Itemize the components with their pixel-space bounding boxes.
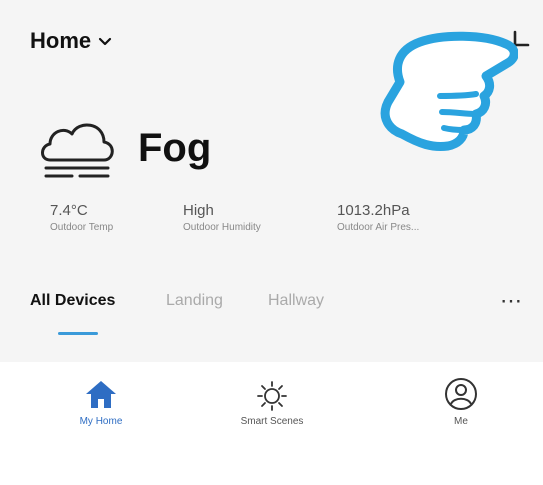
- active-tab-indicator: [58, 332, 98, 335]
- tab-hallway[interactable]: Hallway: [268, 292, 324, 310]
- bottom-nav: My Home Smart Scenes Me: [0, 362, 543, 442]
- stat-value: 1013.2hPa: [337, 202, 410, 219]
- nav-label: My Home: [79, 416, 123, 427]
- room-tabs: All Devices Landing Hallway ⋯: [0, 288, 543, 338]
- pointing-hand-icon: [380, 31, 518, 151]
- outdoor-humidity-stat: High Outdoor Humidity: [183, 202, 261, 233]
- home-title: Home: [30, 28, 92, 53]
- nav-item-me[interactable]: Me: [401, 376, 521, 427]
- tab-all-devices[interactable]: All Devices: [30, 292, 115, 310]
- more-options-button[interactable]: ⋯: [500, 290, 523, 312]
- stat-value: High: [183, 202, 214, 219]
- header-panel: Home Fog 7.4°C Outdoor Temp High Outdoor…: [0, 0, 543, 362]
- nav-label: Me: [454, 416, 468, 427]
- fog-weather-icon: [41, 123, 114, 178]
- home-selector[interactable]: Home: [30, 28, 113, 54]
- outdoor-air-pressure-stat: 1013.2hPa Outdoor Air Pres...: [337, 202, 419, 233]
- nav-item-smart-scenes[interactable]: Smart Scenes: [212, 376, 332, 427]
- user-icon: [445, 378, 477, 410]
- stat-value: 7.4°C: [50, 202, 88, 219]
- weather-condition: Fog: [138, 126, 212, 170]
- stat-label: Outdoor Air Pres...: [337, 222, 420, 233]
- home-icon: [86, 381, 116, 408]
- outdoor-temp-stat: 7.4°C Outdoor Temp: [50, 202, 113, 233]
- nav-item-my-home[interactable]: My Home: [41, 376, 161, 427]
- nav-label: Smart Scenes: [240, 416, 304, 427]
- tab-landing[interactable]: Landing: [166, 292, 223, 310]
- stat-label: Outdoor Humidity: [183, 222, 261, 233]
- sun-icon: [257, 381, 287, 411]
- stat-label: Outdoor Temp: [50, 222, 114, 233]
- chevron-down-icon: [99, 37, 112, 46]
